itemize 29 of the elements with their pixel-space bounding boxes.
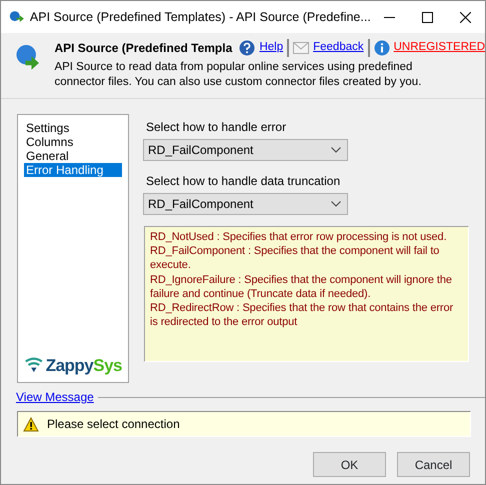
info-icon	[374, 40, 390, 56]
help-icon	[239, 40, 256, 56]
sidebar-item[interactable]: Settings	[24, 121, 122, 135]
field-label: Select how to handle error	[145, 119, 288, 136]
ok-button[interactable]: OK	[313, 452, 386, 477]
cancel-button[interactable]: Cancel	[397, 452, 470, 477]
dropdown[interactable]: RD_FailComponent	[143, 193, 348, 215]
close-icon	[460, 12, 472, 22]
maximize-icon	[422, 12, 434, 22]
window-title: API Source (Predefined Templates) - API Source (Predefine...	[30, 8, 371, 26]
warning-icon	[23, 416, 39, 432]
envelope-icon	[293, 42, 310, 54]
chevron-down-icon	[331, 147, 341, 153]
feedback-link[interactable]: Feedback	[313, 39, 364, 57]
sidebar-item[interactable]: General	[24, 149, 122, 163]
field-label: Select how to handle data truncation	[145, 173, 342, 190]
help-link[interactable]: Help	[259, 39, 284, 57]
help-text-box: RD_NotUsed : Specifies that error row processing is not used. RD_FailComponent : Specifies that the component will fail to execute. RD_IgnoreFailure : Specifies that the component will ignore the failure and continue (Truncate data if needed). RD_RedirectRow : Specifies that the row that contains the error is redirected to the error output	[144, 226, 469, 362]
view-message-link[interactable]: View Message	[16, 388, 94, 406]
chevron-down-icon	[331, 201, 341, 207]
message-text: Please select connection	[47, 416, 180, 433]
unregistered-link[interactable]: UNREGISTERED	[394, 39, 485, 57]
zappysys-logo: ZappySys	[24, 352, 122, 378]
header-title: API Source (Predefined Templa	[54, 40, 234, 57]
minimize-icon	[384, 16, 396, 18]
description-text: API Source to read data from popular online services using predefined connector files. You can also use custom connector files created by you.	[54, 60, 422, 90]
sidebar-item[interactable]: Columns	[24, 135, 122, 149]
dropdown[interactable]: RD_FailComponent	[143, 139, 348, 161]
sidebar-item[interactable]: Error Handling	[24, 163, 122, 177]
